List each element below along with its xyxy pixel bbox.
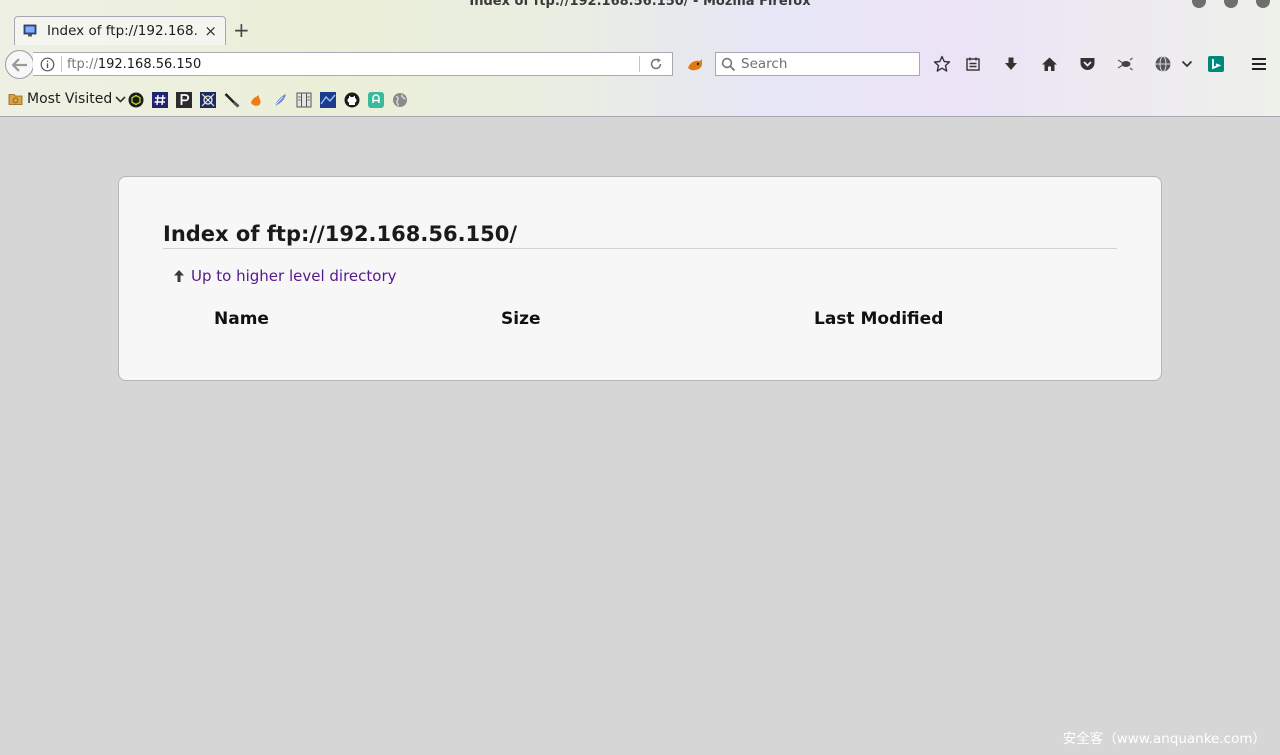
url-protocol: ftp:// [67, 56, 98, 72]
tab-active[interactable]: Index of ftp://192.168... × [14, 16, 226, 45]
directory-listing-card: Index of ftp://192.168.56.150/ Up to hig… [118, 176, 1162, 381]
bookmark-knife-icon[interactable] [224, 92, 240, 108]
up-directory-link[interactable]: Up to higher level directory [173, 267, 397, 285]
bookmark-flame-icon[interactable] [248, 92, 264, 108]
url-bar[interactable]: ftp://192.168.56.150 [33, 52, 673, 76]
bookmark-star-icon[interactable] [931, 53, 953, 75]
info-icon[interactable] [40, 57, 55, 72]
fox-extension-icon[interactable] [686, 56, 704, 74]
bookmark-cube-icon[interactable] [128, 92, 144, 108]
tab-close-icon[interactable]: × [204, 24, 217, 39]
chevron-down-icon[interactable] [1176, 53, 1198, 75]
reading-list-icon[interactable] [962, 53, 984, 75]
chevron-down-icon [115, 95, 126, 104]
most-visited-label: Most Visited [27, 91, 113, 107]
page-title: Index of ftp://192.168.56.150/ [163, 222, 1117, 249]
pocket-icon[interactable] [1076, 53, 1098, 75]
browser-chrome: Index of ftp://192.168.56.150/ - Mozilla… [0, 0, 1280, 117]
bookmark-feather-icon[interactable] [272, 92, 288, 108]
new-tab-button[interactable]: + [233, 18, 250, 42]
search-icon [721, 57, 736, 72]
back-arrow-icon [11, 57, 27, 72]
github-icon[interactable] [344, 92, 360, 108]
url-text[interactable]: ftp://192.168.56.150 [67, 57, 639, 72]
globe-icon[interactable] [392, 92, 408, 108]
bookmarks-toolbar: Most Visited [0, 86, 1280, 114]
column-header-last-modified[interactable]: Last Modified [814, 309, 943, 329]
bookmark-crosshair-icon[interactable] [200, 92, 216, 108]
bookmark-mint-icon[interactable] [368, 92, 384, 108]
url-host: 192.168.56.150 [97, 56, 202, 72]
monitor-icon [23, 24, 37, 38]
url-separator [61, 56, 62, 72]
search-input[interactable] [741, 56, 919, 72]
tab-title: Index of ftp://192.168... [47, 23, 199, 39]
up-arrow-icon [173, 269, 185, 283]
up-directory-label: Up to higher level directory [191, 267, 397, 285]
window-title: Index of ftp://192.168.56.150/ - Mozilla… [469, 0, 811, 9]
column-header-size[interactable]: Size [501, 309, 541, 329]
bing-icon[interactable] [1205, 53, 1227, 75]
bookmark-map-icon[interactable] [320, 92, 336, 108]
folder-icon [8, 94, 23, 105]
home-icon[interactable] [1038, 53, 1060, 75]
search-bar[interactable] [715, 52, 920, 76]
back-button[interactable] [5, 50, 34, 79]
bookmark-p-icon[interactable] [176, 92, 192, 108]
hamburger-menu-icon[interactable] [1248, 53, 1270, 75]
bookmark-hash-icon[interactable] [152, 92, 168, 108]
most-visited-menu[interactable]: Most Visited [8, 91, 126, 107]
column-header-name[interactable]: Name [214, 309, 269, 329]
bookmark-columns-icon[interactable] [296, 92, 312, 108]
window-titlebar: Index of ftp://192.168.56.150/ - Mozilla… [0, 0, 1280, 13]
globe-menu-icon[interactable] [1152, 53, 1174, 75]
watermark: 安全客（www.anquanke.com） [1062, 731, 1266, 747]
bug-extension-icon[interactable] [1114, 53, 1136, 75]
download-icon[interactable] [1000, 53, 1022, 75]
reload-icon[interactable] [640, 57, 672, 71]
